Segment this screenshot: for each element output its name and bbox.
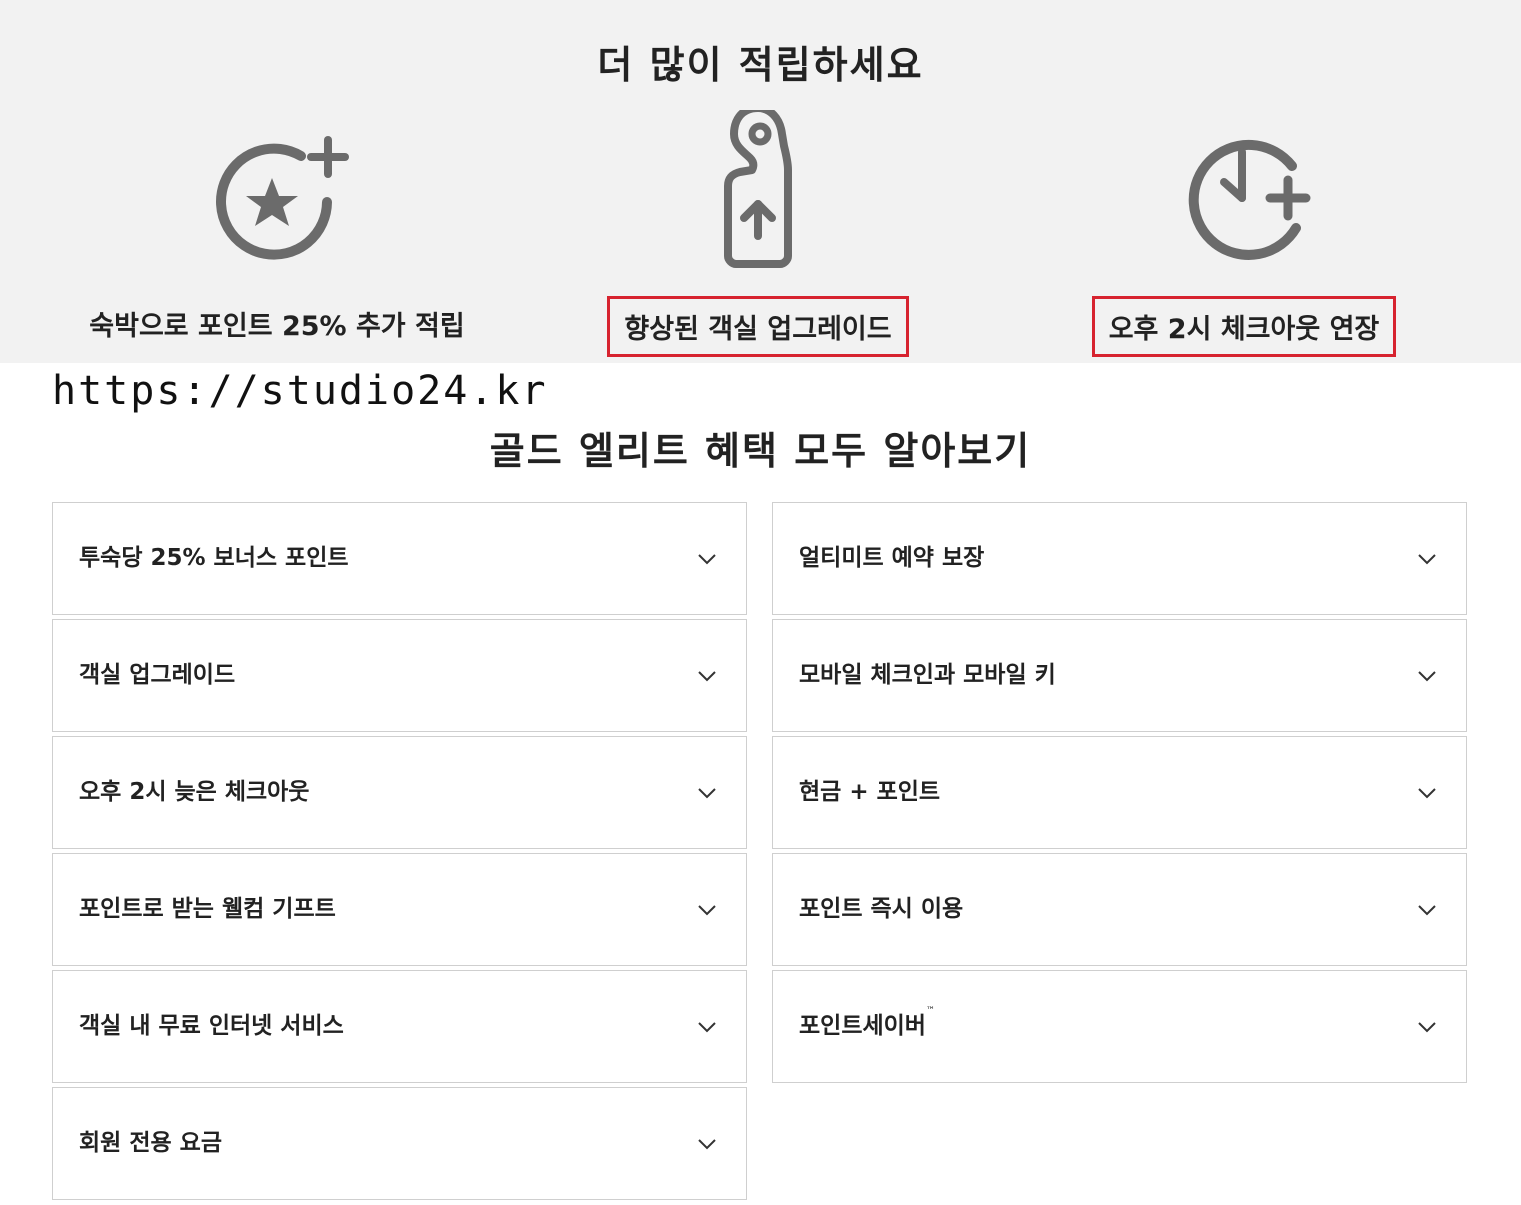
watermark-url: https://studio24.kr (52, 368, 548, 414)
feature-bonus-points: 숙박으로 포인트 25% 추가 적립 (67, 110, 487, 360)
accordion-label: 포인트 즉시 이용 (799, 895, 964, 922)
chevron-down-icon (1418, 670, 1436, 681)
accordion-label: 얼티미트 예약 보장 (799, 544, 985, 571)
accordion-label: 회원 전용 요금 (79, 1129, 222, 1156)
accordion-label: 오후 2시 늦은 체크아웃 (79, 778, 310, 805)
feature-label: 숙박으로 포인트 25% 추가 적립 (89, 311, 465, 342)
chevron-down-icon (1418, 787, 1436, 798)
chevron-down-icon (698, 787, 716, 798)
door-hanger-upgrade-icon (724, 110, 792, 268)
accordion-free-internet[interactable]: 객실 내 무료 인터넷 서비스 (52, 970, 747, 1083)
feature-late-checkout: 오후 2시 체크아웃 연장 (1034, 110, 1454, 360)
chevron-down-icon (698, 904, 716, 915)
chevron-down-icon (698, 1138, 716, 1149)
chevron-down-icon (1418, 1021, 1436, 1032)
accordion-late-checkout[interactable]: 오후 2시 늦은 체크아웃 (52, 736, 747, 849)
accordion-label: 현금 + 포인트 (799, 778, 941, 805)
accordion-ultimate-reservation[interactable]: 얼티미트 예약 보장 (772, 502, 1467, 615)
feature-room-upgrade: 향상된 객실 업그레이드 (548, 110, 968, 360)
accordion-points-saver[interactable]: 포인트세이버™ (772, 970, 1467, 1083)
feature-label-highlighted: 향상된 객실 업그레이드 (548, 296, 968, 357)
accordion-bonus-points[interactable]: 투숙당 25% 보너스 포인트 (52, 502, 747, 615)
chevron-down-icon (1418, 904, 1436, 915)
page: 더 많이 적립하세요 숙박으로 포인트 25% 추가 적립 향상된 객실 업그레… (0, 0, 1521, 1205)
chevron-down-icon (698, 670, 716, 681)
accordion-member-rates[interactable]: 회원 전용 요금 (52, 1087, 747, 1200)
chevron-down-icon (1418, 553, 1436, 564)
star-plus-icon (216, 136, 349, 260)
chevron-down-icon (698, 553, 716, 564)
chevron-down-icon (698, 1021, 716, 1032)
accordion-cash-points[interactable]: 현금 + 포인트 (772, 736, 1467, 849)
accordion-room-upgrade[interactable]: 객실 업그레이드 (52, 619, 747, 732)
accordion-label: 포인트로 받는 웰컴 기프트 (79, 895, 336, 922)
accordion-label: 객실 업그레이드 (79, 661, 236, 688)
benefits-title: 골드 엘리트 혜택 모두 알아보기 (489, 429, 1032, 473)
accordion-label: 객실 내 무료 인터넷 서비스 (79, 1012, 344, 1039)
accordion-label: 포인트세이버™ (799, 1005, 935, 1039)
clock-plus-icon (1188, 139, 1311, 260)
feature-label-highlighted: 오후 2시 체크아웃 연장 (1034, 296, 1454, 357)
accordion-mobile-checkin[interactable]: 모바일 체크인과 모바일 키 (772, 619, 1467, 732)
earn-more-section: 더 많이 적립하세요 숙박으로 포인트 25% 추가 적립 향상된 객실 업그레… (0, 0, 1521, 363)
trademark-mark: ™ (925, 1005, 935, 1016)
accordion-welcome-gift[interactable]: 포인트로 받는 웰컴 기프트 (52, 853, 747, 966)
accordion-label: 투숙당 25% 보너스 포인트 (79, 544, 349, 571)
earn-more-title: 더 많이 적립하세요 (597, 43, 924, 87)
accordion-instant-redemption[interactable]: 포인트 즉시 이용 (772, 853, 1467, 966)
accordion-label: 모바일 체크인과 모바일 키 (799, 661, 1056, 688)
